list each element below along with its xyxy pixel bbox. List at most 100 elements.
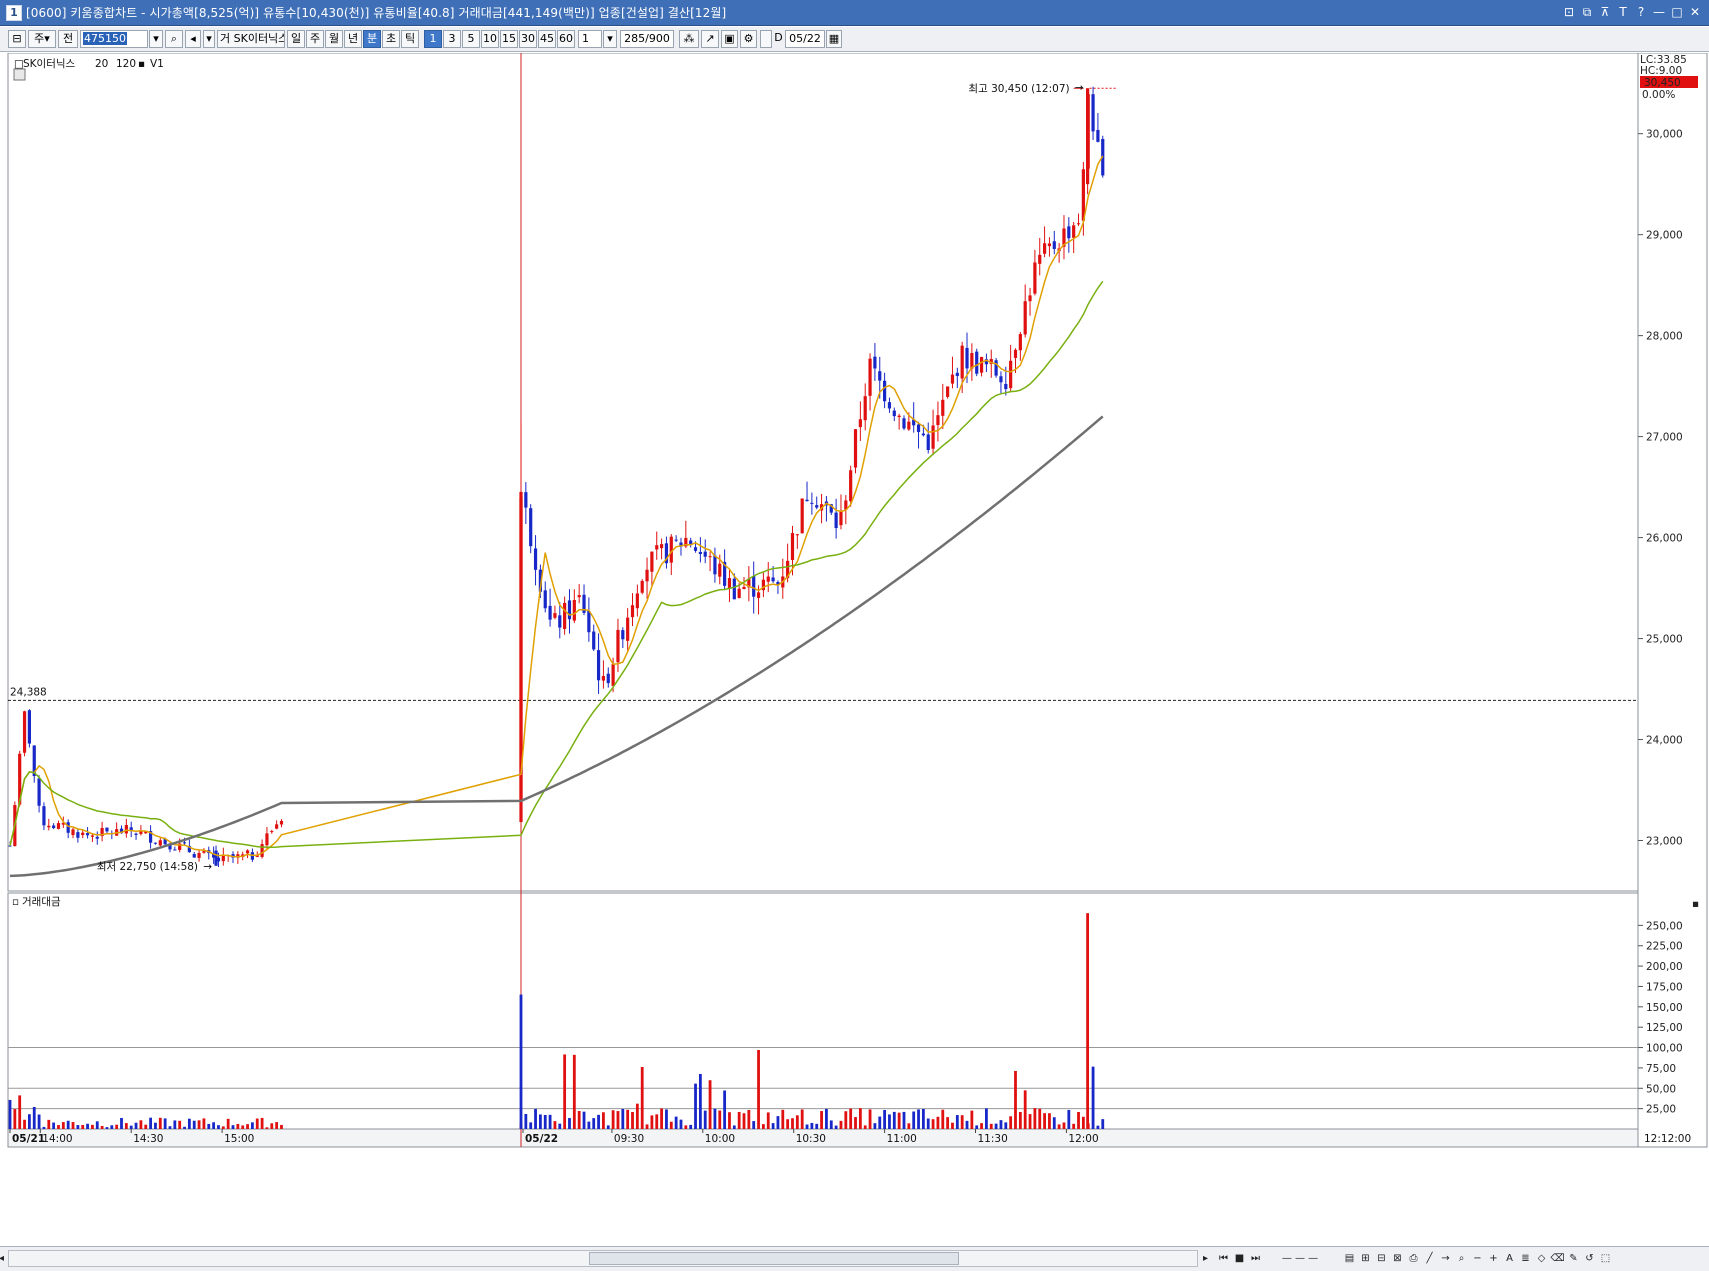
print-icon[interactable]: ⎙ — [1406, 1250, 1421, 1267]
interval-30-tab[interactable]: 30 — [519, 30, 537, 48]
code-dropdown-button[interactable]: ▾ — [149, 30, 163, 48]
date-checkbox[interactable] — [760, 30, 772, 48]
time-tick-label: 10:30 — [796, 1133, 826, 1145]
chart-svg[interactable]: □ SK이터닉스 20 120 ▪ V1▫ 거래대금24,388→최고 30,450 (12… — [0, 52, 1709, 1236]
period-day-tab[interactable]: 일 — [287, 30, 305, 48]
volume-bar — [217, 1125, 220, 1129]
volume-bar — [129, 1125, 133, 1129]
save-icon[interactable]: ▣ — [721, 30, 738, 48]
interval-dropdown-button[interactable]: ▾ — [603, 30, 617, 48]
interval-input[interactable]: 1 — [578, 30, 602, 48]
high-arrow-icon: → — [1075, 82, 1084, 94]
volume-bar — [732, 1125, 736, 1129]
volume-bar — [941, 1109, 945, 1129]
market-type-select[interactable]: 주▾ — [28, 30, 56, 48]
font-icon[interactable]: T — [1615, 4, 1631, 20]
volume-bar — [187, 1118, 191, 1129]
volume-bar — [1033, 1108, 1037, 1129]
chart-type-icon[interactable]: ▤ — [1342, 1250, 1357, 1267]
scroll-thumb[interactable] — [589, 1252, 959, 1265]
legend-v1: V1 — [150, 58, 164, 70]
reference-value-label: 24,388 — [10, 686, 47, 698]
interval-15-tab[interactable]: 15 — [500, 30, 518, 48]
pen-icon[interactable]: ✎ — [1566, 1250, 1581, 1267]
rewind-icon[interactable]: ⏮ — [1216, 1250, 1231, 1267]
compare-icon[interactable]: ⊞ — [1358, 1250, 1373, 1267]
pin-icon[interactable]: ⊼ — [1597, 4, 1613, 20]
volume-bar — [1018, 1112, 1022, 1129]
settings-icon[interactable]: ⚙ — [740, 30, 757, 48]
volume-bar — [61, 1122, 65, 1129]
layout-icon[interactable]: ⊟ — [8, 30, 26, 48]
interval-3-tab[interactable]: 3 — [443, 30, 461, 48]
interval-5-tab[interactable]: 5 — [462, 30, 480, 48]
maximize-button[interactable]: □ — [1669, 4, 1685, 20]
interval-1-tab[interactable]: 1 — [424, 30, 442, 48]
stock-name-field[interactable]: 거 SK이터닉스 — [217, 30, 285, 48]
zoom-icon[interactable]: ⌕ — [1454, 1250, 1469, 1267]
line-tool-icon[interactable]: ╱ — [1422, 1250, 1437, 1267]
arrow-tool-icon[interactable]: → — [1438, 1250, 1453, 1267]
eraser-icon[interactable]: ⌫ — [1550, 1250, 1565, 1267]
volume-bar — [110, 1125, 114, 1129]
stock-code-input[interactable]: 475150 — [80, 30, 148, 48]
price-tick-label: 26,000 — [1646, 533, 1683, 545]
copy-icon[interactable]: ⊟ — [1374, 1250, 1389, 1267]
zoom-in-icon[interactable]: + — [1486, 1250, 1501, 1267]
horizontal-scrollbar[interactable] — [8, 1250, 1198, 1267]
snapshot-icon[interactable]: ⬚ — [1598, 1250, 1613, 1267]
sound-dropdown-button[interactable]: ▾ — [203, 30, 215, 48]
period-second-tab[interactable]: 초 — [382, 30, 400, 48]
volume-bar — [124, 1123, 128, 1129]
text-tool-icon[interactable]: A — [1502, 1250, 1517, 1267]
current-price-label: 30,450 — [1644, 77, 1681, 89]
scope-select[interactable]: 전 — [58, 30, 78, 48]
screen-number-icon[interactable]: 1 — [6, 5, 22, 21]
indicator-icon[interactable]: ⁂ — [679, 30, 699, 48]
date-field[interactable]: 05/22 — [785, 30, 825, 48]
shape-tool-icon[interactable]: ◇ — [1534, 1250, 1549, 1267]
volume-bar — [572, 1054, 576, 1129]
help-icon[interactable]: ? — [1633, 4, 1649, 20]
price-panel — [7, 52, 1639, 892]
stop-icon[interactable]: ■ — [1232, 1250, 1247, 1267]
chart-area[interactable]: □ SK이터닉스 20 120 ▪ V1 ▫ 거래대금 24,388 → 최고 30,450 (12… — [0, 52, 1709, 1236]
volume-bar — [1004, 1122, 1008, 1129]
volume-bar — [563, 1054, 567, 1129]
reset-icon[interactable]: ↺ — [1582, 1250, 1597, 1267]
volume-bar — [606, 1125, 610, 1129]
close-button[interactable]: ✕ — [1687, 4, 1703, 20]
volume-bar — [921, 1109, 925, 1129]
sound-icon[interactable]: ◂ — [185, 30, 201, 48]
link-icon[interactable]: ⊡ — [1561, 4, 1577, 20]
period-week-tab[interactable]: 주 — [306, 30, 324, 48]
volume-bar — [723, 1090, 727, 1129]
tool-icon[interactable]: ↗ — [701, 30, 719, 48]
period-month-tab[interactable]: 월 — [325, 30, 343, 48]
export-icon[interactable]: ⊠ — [1390, 1250, 1405, 1267]
minimize-button[interactable]: — — [1651, 4, 1667, 20]
count-field[interactable]: 285/900 — [620, 30, 674, 48]
period-year-tab[interactable]: 년 — [344, 30, 362, 48]
volume-bar — [815, 1123, 819, 1129]
volume-bar — [163, 1118, 167, 1129]
volume-bar — [231, 1125, 235, 1129]
interval-10-tab[interactable]: 10 — [481, 30, 499, 48]
search-icon[interactable]: ⌕ — [165, 30, 183, 48]
interval-45-tab[interactable]: 45 — [538, 30, 556, 48]
period-tick-tab[interactable]: 틱 — [401, 30, 419, 48]
draw-line-tools[interactable]: — — — — [1270, 1250, 1330, 1267]
fibonacci-icon[interactable]: ≣ — [1518, 1250, 1533, 1267]
zoom-out-icon[interactable]: − — [1470, 1250, 1485, 1267]
volume-tick-label: 250,00 — [1646, 920, 1683, 932]
volume-bar — [810, 1122, 814, 1129]
calendar-icon[interactable]: ▦ — [826, 30, 842, 48]
volume-bar — [86, 1123, 89, 1129]
forward-icon[interactable]: ⏭ — [1248, 1250, 1263, 1267]
price-tick-label: 28,000 — [1646, 331, 1683, 343]
toolbar: ⊟ 주▾ 전 475150 ▾ ⌕ ◂ ▾ 거 SK이터닉스 일 주 월 년 분… — [0, 27, 1709, 52]
period-minute-tab[interactable]: 분 — [363, 30, 381, 48]
tile-icon[interactable]: ⧉ — [1579, 4, 1595, 20]
scroll-right-icon[interactable]: ▸ — [1198, 1250, 1213, 1267]
interval-60-tab[interactable]: 60 — [557, 30, 575, 48]
